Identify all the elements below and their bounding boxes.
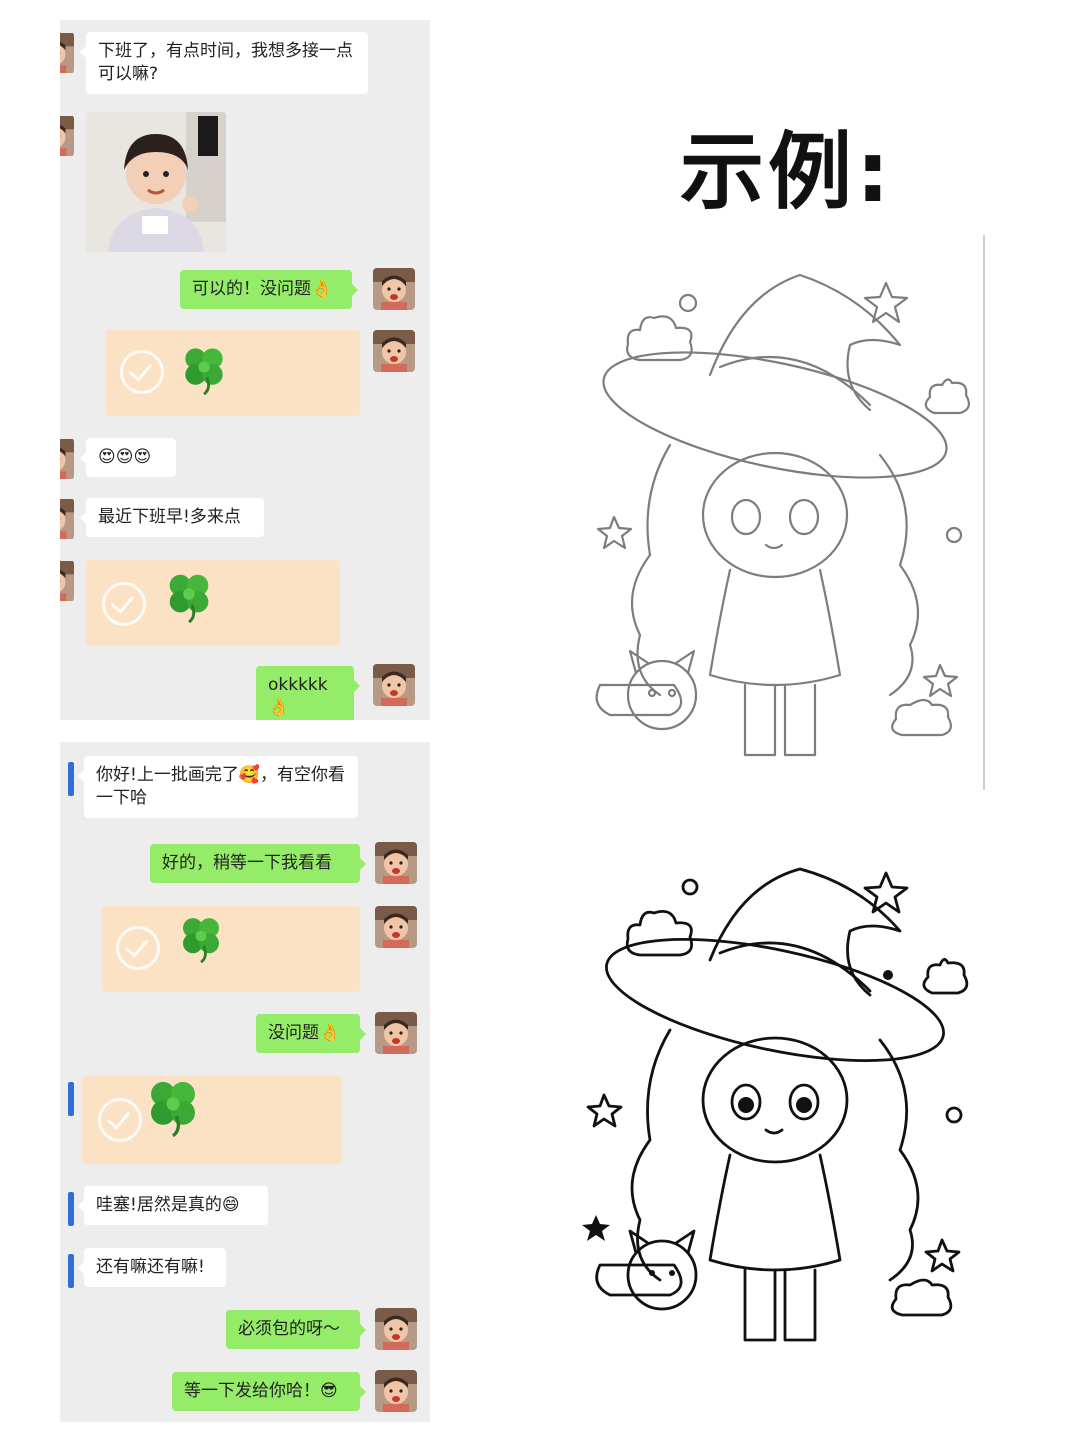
contact-avatar[interactable] — [60, 1248, 74, 1290]
four-leaf-clover-icon — [174, 910, 228, 964]
transfer-card[interactable] — [82, 1076, 342, 1164]
contact-avatar[interactable] — [60, 115, 74, 157]
my-avatar[interactable] — [375, 1370, 417, 1412]
contact-avatar[interactable] — [60, 560, 74, 602]
four-leaf-clover-icon — [160, 566, 218, 624]
check-circle-icon — [116, 926, 160, 970]
contact-avatar[interactable] — [60, 1186, 74, 1228]
transfer-card[interactable] — [86, 560, 340, 646]
incoming-message: 最近下班早!多来点 — [80, 498, 264, 537]
chat-screenshot-2: 你好!上一批画完了🥰，有空你看一下哈 好的，稍等一下我看看 没问题👌 哇塞!居然… — [60, 742, 430, 1422]
incoming-message: 😍😍😍 — [80, 438, 176, 477]
incoming-message: 还有嘛还有嘛! — [78, 1248, 226, 1287]
four-leaf-clover-icon — [176, 340, 232, 396]
transfer-card[interactable] — [106, 330, 360, 416]
outgoing-message: 没问题👌 — [256, 1014, 366, 1053]
my-avatar[interactable] — [375, 842, 417, 884]
contact-avatar[interactable] — [60, 438, 74, 480]
sticker-photo[interactable] — [86, 112, 226, 252]
transfer-card[interactable] — [102, 906, 360, 992]
example-heading: 示例: — [680, 123, 894, 221]
chat-screenshot-1: 下班了，有点时间，我想多接一点可以嘛? 可以的！没问题👌 😍😍😍 最近下班早!多… — [60, 20, 430, 720]
witch-girl-sketch-grey — [570, 235, 985, 790]
my-avatar[interactable] — [375, 1012, 417, 1054]
outgoing-message: 等一下发给你哈！😎 — [172, 1372, 366, 1411]
outgoing-message: 好的，稍等一下我看看 — [150, 844, 366, 883]
check-circle-icon — [120, 350, 164, 394]
check-circle-icon — [98, 1098, 142, 1142]
incoming-message: 你好!上一批画完了🥰，有空你看一下哈 — [78, 756, 358, 818]
kid-photo-image — [86, 112, 226, 252]
witch-girl-lineart-black — [570, 865, 985, 1365]
my-avatar[interactable] — [373, 330, 415, 372]
contact-avatar[interactable] — [60, 498, 74, 540]
contact-avatar[interactable] — [60, 32, 74, 74]
outgoing-message: okkkkk👌 — [256, 666, 360, 720]
incoming-message: 下班了，有点时间，我想多接一点可以嘛? — [80, 32, 368, 94]
check-circle-icon — [102, 582, 146, 626]
my-avatar[interactable] — [373, 664, 415, 706]
contact-avatar[interactable] — [60, 756, 74, 798]
four-leaf-clover-icon — [140, 1072, 206, 1138]
outgoing-message: 必须包的呀～ — [226, 1310, 366, 1349]
my-avatar[interactable] — [373, 268, 415, 310]
contact-avatar[interactable] — [60, 1076, 74, 1118]
my-avatar[interactable] — [375, 1308, 417, 1350]
my-avatar[interactable] — [375, 906, 417, 948]
incoming-message: 哇塞!居然是真的😄 — [78, 1186, 268, 1225]
outgoing-message: 可以的！没问题👌 — [180, 270, 358, 309]
